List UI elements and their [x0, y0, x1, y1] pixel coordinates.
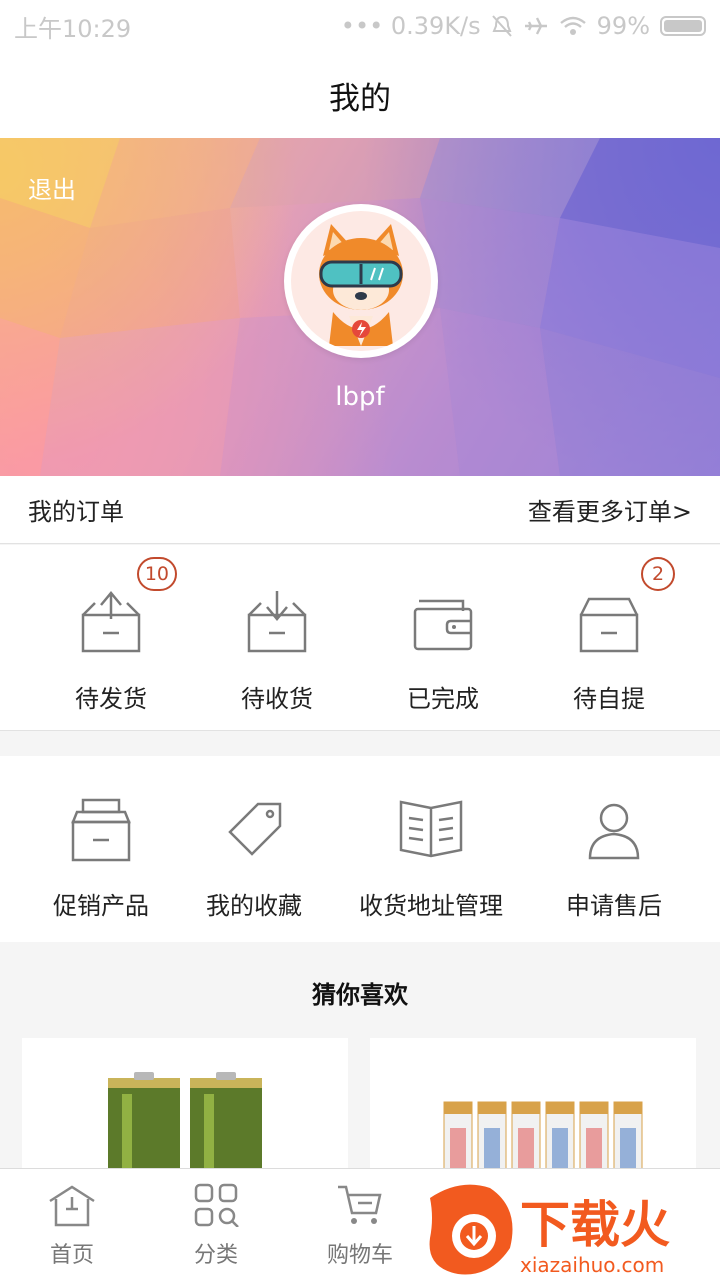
network-speed: ••• 0.39K/s — [340, 12, 481, 40]
order-status-completed[interactable]: 已完成 — [363, 585, 523, 714]
order-status-pending-pickup[interactable]: 2 待自提 — [529, 557, 689, 714]
my-favorites-button[interactable]: 我的收藏 — [206, 794, 302, 921]
dog-avatar-icon — [291, 211, 431, 351]
profile-banner: 退出 lbpf — [0, 138, 720, 476]
mute-icon — [491, 15, 512, 37]
order-status-label: 待自提 — [573, 685, 645, 713]
watermark-brand: 下载火 — [520, 1196, 670, 1254]
after-sales-button[interactable]: 申请售后 — [566, 794, 662, 921]
wallet-icon — [407, 585, 479, 657]
cart-icon — [338, 1185, 382, 1224]
status-bar: 上午10:29 ••• 0.39K/s 99% — [0, 0, 720, 52]
book-icon — [399, 800, 463, 858]
status-indicators: ••• 0.39K/s 99% — [341, 12, 706, 40]
order-count-badge: 10 — [136, 557, 177, 591]
tab-home[interactable]: 首页 — [0, 1183, 144, 1269]
ship-box-icon: 10 — [75, 557, 177, 657]
tool-label: 收货地址管理 — [359, 892, 503, 920]
battery-product-image — [108, 1072, 262, 1178]
page-header: 我的 — [0, 52, 720, 138]
battery-percent: 99% — [596, 12, 650, 40]
order-status-pending-receipt[interactable]: 待收货 — [197, 585, 357, 714]
battery-pack-product-image — [443, 1101, 643, 1178]
orders-header: 我的订单 查看更多订单> — [0, 476, 720, 544]
product-card[interactable] — [22, 1038, 348, 1178]
receive-box-icon — [241, 585, 313, 657]
home-icon — [49, 1185, 95, 1227]
username: lbpf — [335, 382, 385, 412]
tool-label: 促销产品 — [53, 892, 149, 920]
order-status-label: 待发货 — [75, 685, 147, 713]
address-management-button[interactable]: 收货地址管理 — [359, 794, 503, 921]
tab-category[interactable]: 分类 — [144, 1183, 288, 1269]
airplane-icon — [524, 17, 547, 35]
logout-button[interactable]: 退出 — [28, 170, 76, 205]
tab-label: 首页 — [49, 1243, 94, 1268]
tool-label: 申请售后 — [566, 892, 662, 920]
wifi-icon — [559, 16, 586, 35]
order-status-pending-shipment[interactable]: 10 待发货 — [31, 557, 191, 714]
order-count-badge: 2 — [641, 557, 675, 591]
promo-products-button[interactable]: 促销产品 — [53, 794, 149, 921]
view-more-orders-link[interactable]: 查看更多订单> — [528, 492, 692, 527]
tag-icon — [228, 802, 282, 856]
orders-title: 我的订单 — [28, 498, 124, 526]
user-icon — [588, 803, 640, 860]
tool-label: 我的收藏 — [206, 892, 302, 920]
battery-icon — [660, 16, 706, 36]
tab-cart[interactable]: 购物车 — [288, 1183, 432, 1269]
pickup-box-icon: 2 — [573, 557, 675, 657]
order-status-row: 10 待发货 待收货 已完成 2 待自提 — [0, 545, 720, 731]
avatar[interactable] — [284, 204, 438, 358]
service-shortcuts: 促销产品 我的收藏 收货地址管理 申请售后 — [0, 756, 720, 942]
order-status-label: 待收货 — [241, 685, 313, 713]
page-title: 我的 — [329, 80, 391, 117]
order-status-label: 已完成 — [407, 685, 479, 713]
tab-label: 分类 — [193, 1243, 238, 1268]
recommend-title: 猜你喜欢 — [312, 981, 408, 1009]
watermark-url: xiazaihuo.com — [520, 1253, 664, 1277]
watermark-logo: 下载火 xiazaihuo.com — [420, 1178, 720, 1280]
category-icon — [194, 1183, 239, 1227]
promo-box-icon — [71, 798, 131, 862]
product-card[interactable] — [370, 1038, 696, 1178]
tab-label: 购物车 — [326, 1243, 393, 1268]
status-time: 上午10:29 — [14, 14, 132, 43]
